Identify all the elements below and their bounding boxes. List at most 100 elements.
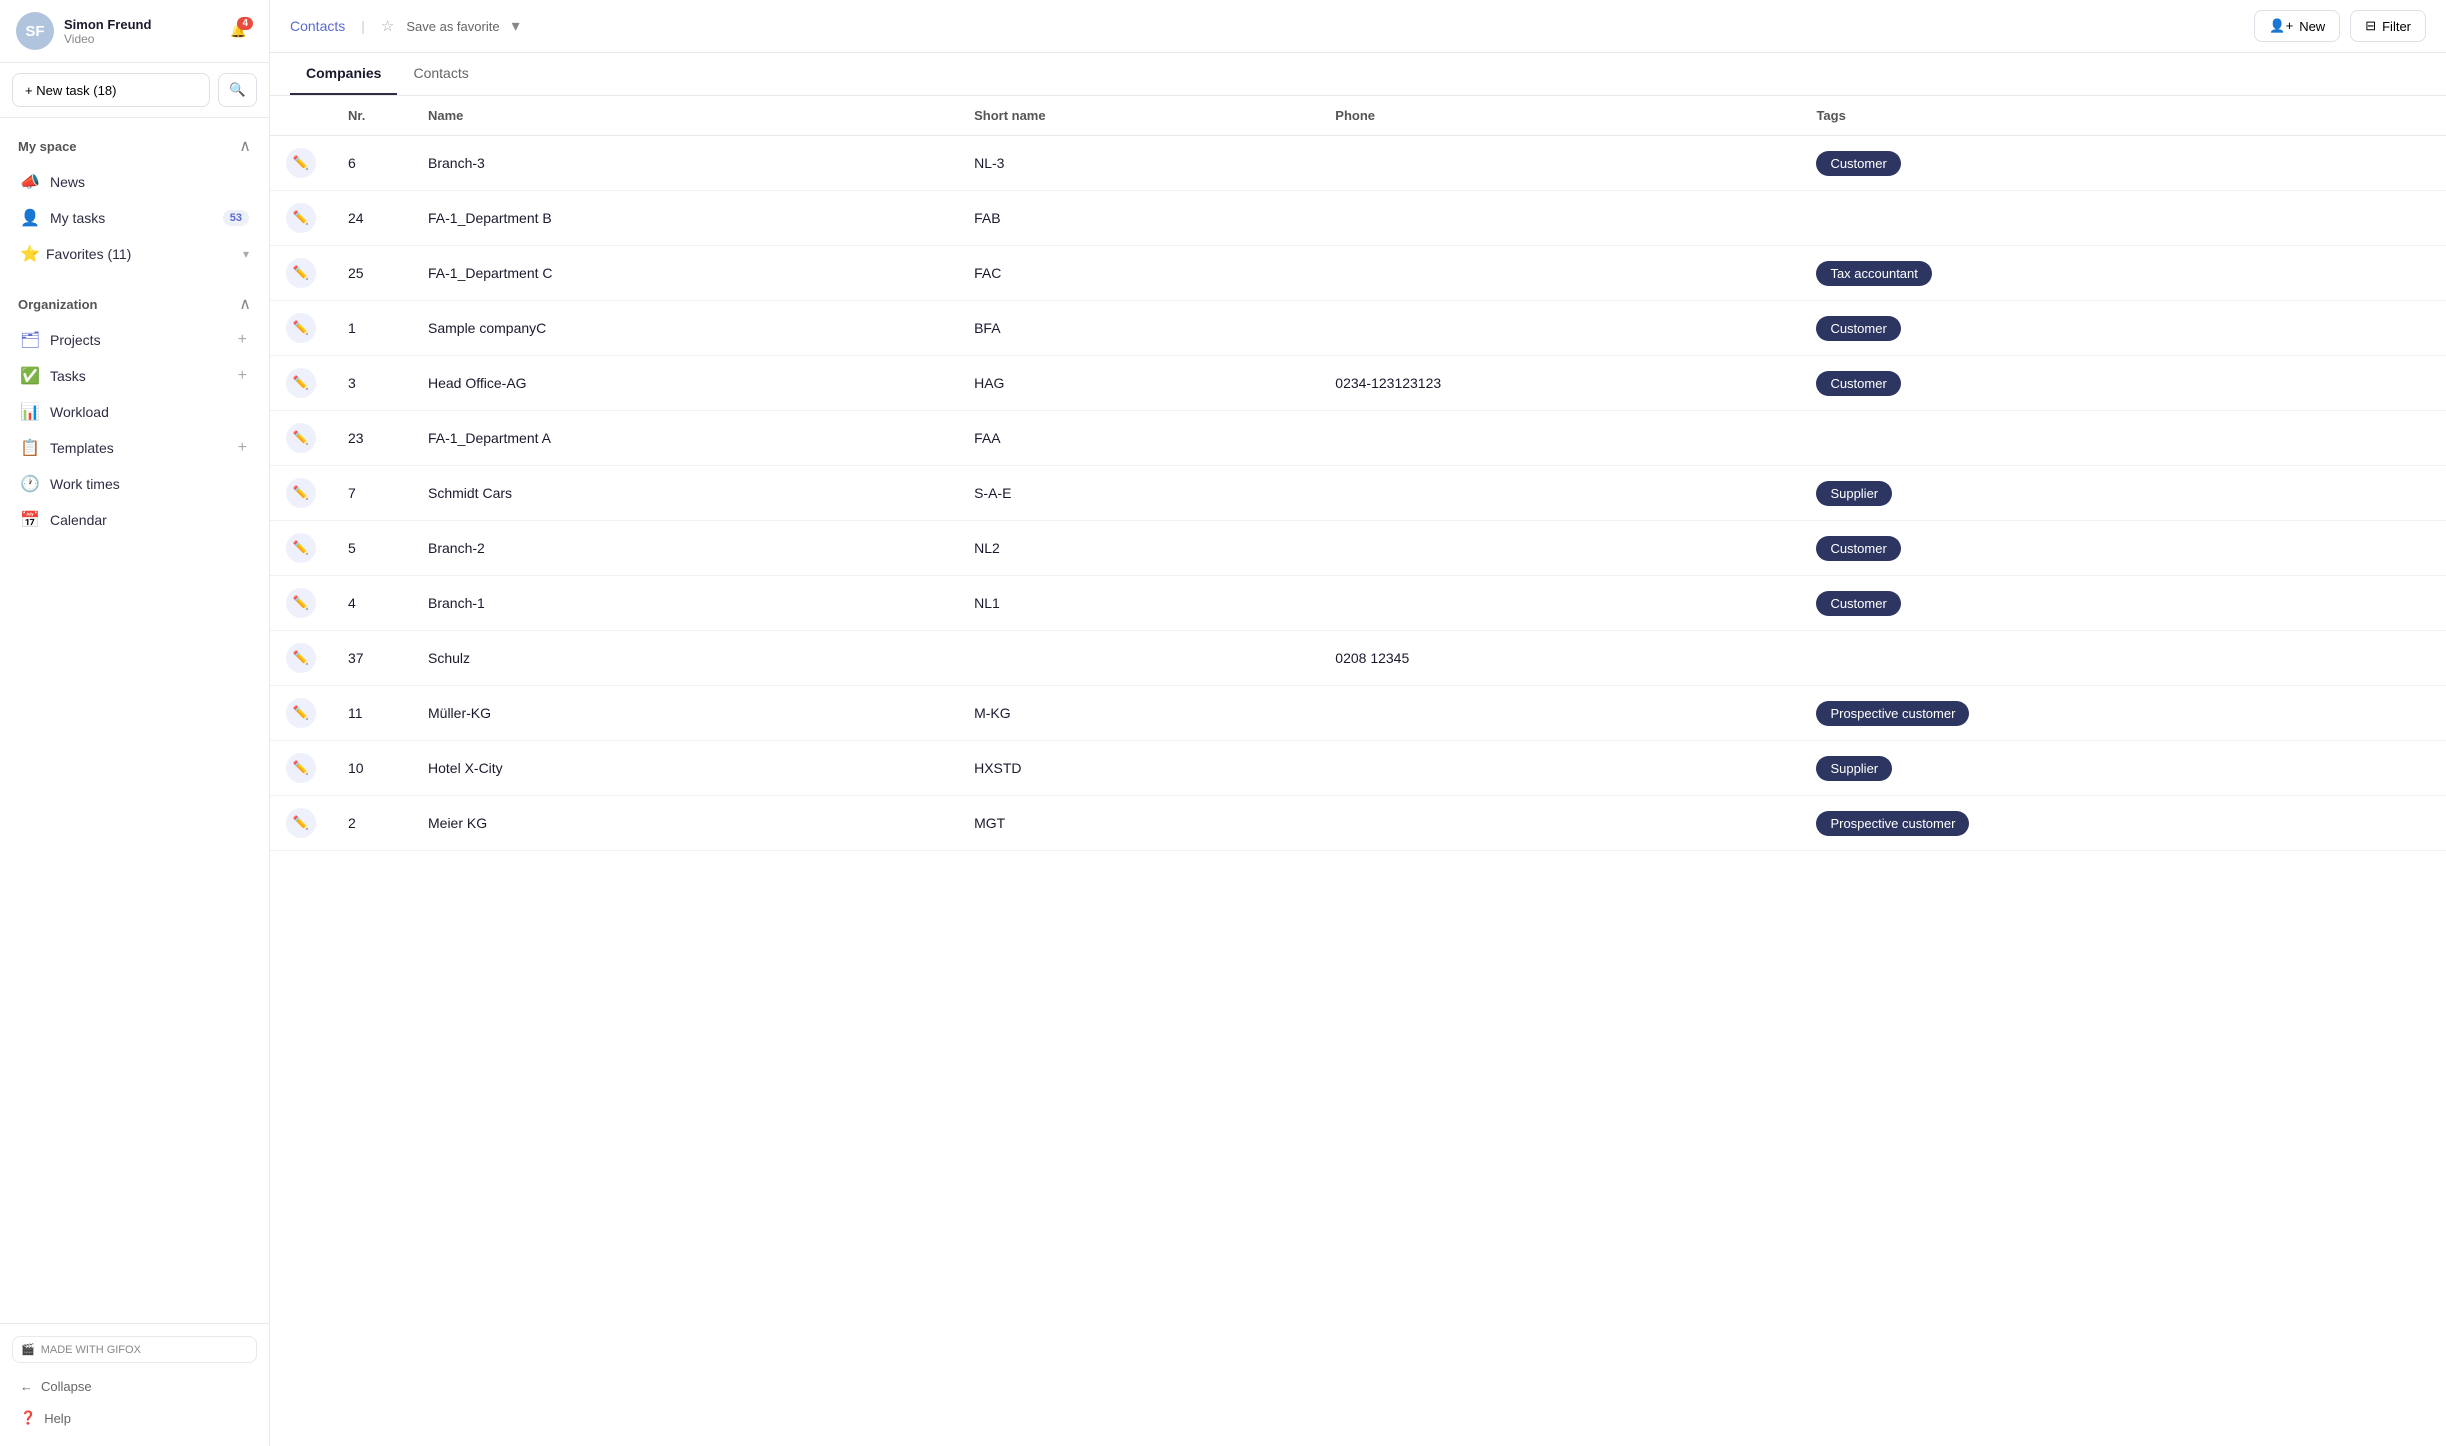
row-name[interactable]: FA-1_Department C [412, 246, 958, 301]
row-name[interactable]: FA-1_Department A [412, 411, 958, 466]
edit-button[interactable]: ✏️ [286, 368, 316, 398]
my-space-toggle[interactable]: ∧ [239, 136, 251, 156]
edit-button[interactable]: ✏️ [286, 203, 316, 233]
edit-button[interactable]: ✏️ [286, 588, 316, 618]
gifox-icon: 🎬 [21, 1343, 35, 1356]
sidebar-item-workload[interactable]: 📊 Workload [12, 394, 257, 430]
tag-badge[interactable]: Customer [1816, 371, 1900, 396]
sidebar-item-projects[interactable]: 🗂 Projects + [12, 322, 257, 358]
edit-button[interactable]: ✏️ [286, 423, 316, 453]
edit-button[interactable]: ✏️ [286, 533, 316, 563]
tag-badge[interactable]: Customer [1816, 316, 1900, 341]
sidebar-item-templates[interactable]: 📋 Templates + [12, 430, 257, 466]
sidebar-item-label: Tasks [50, 368, 226, 384]
sidebar-item-calendar[interactable]: 📅 Calendar [12, 502, 257, 538]
row-short-name: FAA [958, 411, 1319, 466]
row-name[interactable]: Branch-3 [412, 136, 958, 191]
row-name[interactable]: FA-1_Department B [412, 191, 958, 246]
edit-button[interactable]: ✏️ [286, 313, 316, 343]
row-tag-cell: Customer [1800, 521, 2446, 576]
new-label: New [2299, 19, 2325, 34]
row-phone [1319, 246, 1800, 301]
row-name[interactable]: Branch-2 [412, 521, 958, 576]
projects-add-button[interactable]: + [236, 331, 249, 349]
edit-button[interactable]: ✏️ [286, 148, 316, 178]
edit-button[interactable]: ✏️ [286, 808, 316, 838]
sidebar-item-tasks[interactable]: ✅ Tasks + [12, 358, 257, 394]
row-short-name [958, 631, 1319, 686]
table-row: ✏️24FA-1_Department BFAB [270, 191, 2446, 246]
col-short-header[interactable]: Short name [958, 96, 1319, 136]
table-row: ✏️11Müller-KGM-KGProspective customer [270, 686, 2446, 741]
tag-badge[interactable]: Customer [1816, 536, 1900, 561]
sidebar-item-my-tasks[interactable]: 👤 My tasks 53 [12, 200, 257, 236]
col-name-header[interactable]: Name [412, 96, 958, 136]
new-button[interactable]: 👤+ New [2254, 10, 2340, 42]
organization-toggle[interactable]: ∧ [239, 294, 251, 314]
row-name[interactable]: Hotel X-City [412, 741, 958, 796]
save-fav-label: Save as favorite [406, 19, 499, 34]
col-tags-header[interactable]: Tags [1800, 96, 2446, 136]
work-times-icon: 🕐 [20, 474, 40, 494]
row-tag-cell: Supplier [1800, 466, 2446, 521]
row-name[interactable]: Schulz [412, 631, 958, 686]
row-nr: 4 [332, 576, 412, 631]
tab-contacts[interactable]: Contacts [397, 53, 484, 95]
row-name[interactable]: Branch-1 [412, 576, 958, 631]
sidebar-item-work-times[interactable]: 🕐 Work times [12, 466, 257, 502]
edit-button[interactable]: ✏️ [286, 258, 316, 288]
row-phone [1319, 576, 1800, 631]
help-button[interactable]: ❓ Help [12, 1402, 257, 1434]
sidebar-footer: 🎬 MADE WITH GIFOX ← Collapse ❓ Help [0, 1323, 269, 1446]
news-icon: 📣 [20, 172, 40, 192]
search-button[interactable]: 🔍 [218, 73, 257, 107]
collapse-label: Collapse [41, 1379, 92, 1394]
tag-badge[interactable]: Supplier [1816, 481, 1892, 506]
save-favorite-button[interactable]: Save as favorite [406, 19, 499, 34]
tag-badge[interactable]: Tax accountant [1816, 261, 1931, 286]
tag-badge[interactable]: Supplier [1816, 756, 1892, 781]
templates-add-button[interactable]: + [236, 439, 249, 457]
edit-button[interactable]: ✏️ [286, 698, 316, 728]
sidebar-item-news[interactable]: 📣 News [12, 164, 257, 200]
row-name[interactable]: Meier KG [412, 796, 958, 851]
row-name[interactable]: Müller-KG [412, 686, 958, 741]
edit-button[interactable]: ✏️ [286, 753, 316, 783]
table-body: ✏️6Branch-3NL-3Customer✏️24FA-1_Departme… [270, 136, 2446, 851]
collapse-button[interactable]: ← Collapse [12, 1371, 257, 1402]
tag-badge[interactable]: Customer [1816, 151, 1900, 176]
filter-button[interactable]: ⊟ Filter [2350, 10, 2426, 42]
edit-cell: ✏️ [270, 521, 332, 576]
user-info: Simon Freund Video [64, 17, 214, 46]
favorites-icon: ⭐ [20, 244, 40, 264]
dropdown-icon[interactable]: ▾ [512, 16, 520, 36]
row-name[interactable]: Sample companyC [412, 301, 958, 356]
tag-badge[interactable]: Prospective customer [1816, 811, 1969, 836]
breadcrumb[interactable]: Contacts [290, 18, 345, 34]
tag-badge[interactable]: Prospective customer [1816, 701, 1969, 726]
edit-cell: ✏️ [270, 136, 332, 191]
new-task-button[interactable]: + New task (18) [12, 73, 210, 107]
row-name[interactable]: Head Office-AG [412, 356, 958, 411]
tasks-icon: 👤 [20, 208, 40, 228]
row-short-name: BFA [958, 301, 1319, 356]
row-nr: 37 [332, 631, 412, 686]
tag-badge[interactable]: Customer [1816, 591, 1900, 616]
col-phone-header[interactable]: Phone [1319, 96, 1800, 136]
edit-button[interactable]: ✏️ [286, 478, 316, 508]
table-row: ✏️10Hotel X-CityHXSTDSupplier [270, 741, 2446, 796]
tab-companies[interactable]: Companies [290, 53, 397, 95]
sidebar-item-favorites[interactable]: ⭐ Favorites (11) ▾ [12, 236, 257, 272]
tasks-add-button[interactable]: + [236, 367, 249, 385]
topbar-actions: 👤+ New ⊟ Filter [2254, 10, 2426, 42]
edit-button[interactable]: ✏️ [286, 643, 316, 673]
col-nr-header[interactable]: Nr. [332, 96, 412, 136]
row-short-name: M-KG [958, 686, 1319, 741]
row-name[interactable]: Schmidt Cars [412, 466, 958, 521]
row-nr: 2 [332, 796, 412, 851]
star-icon[interactable]: ☆ [381, 17, 394, 35]
chevron-down-icon: ▾ [243, 247, 249, 261]
breadcrumb-separator: | [361, 18, 365, 34]
notifications-button[interactable]: 🔔 4 [224, 17, 253, 45]
my-space-title: My space [18, 139, 77, 154]
